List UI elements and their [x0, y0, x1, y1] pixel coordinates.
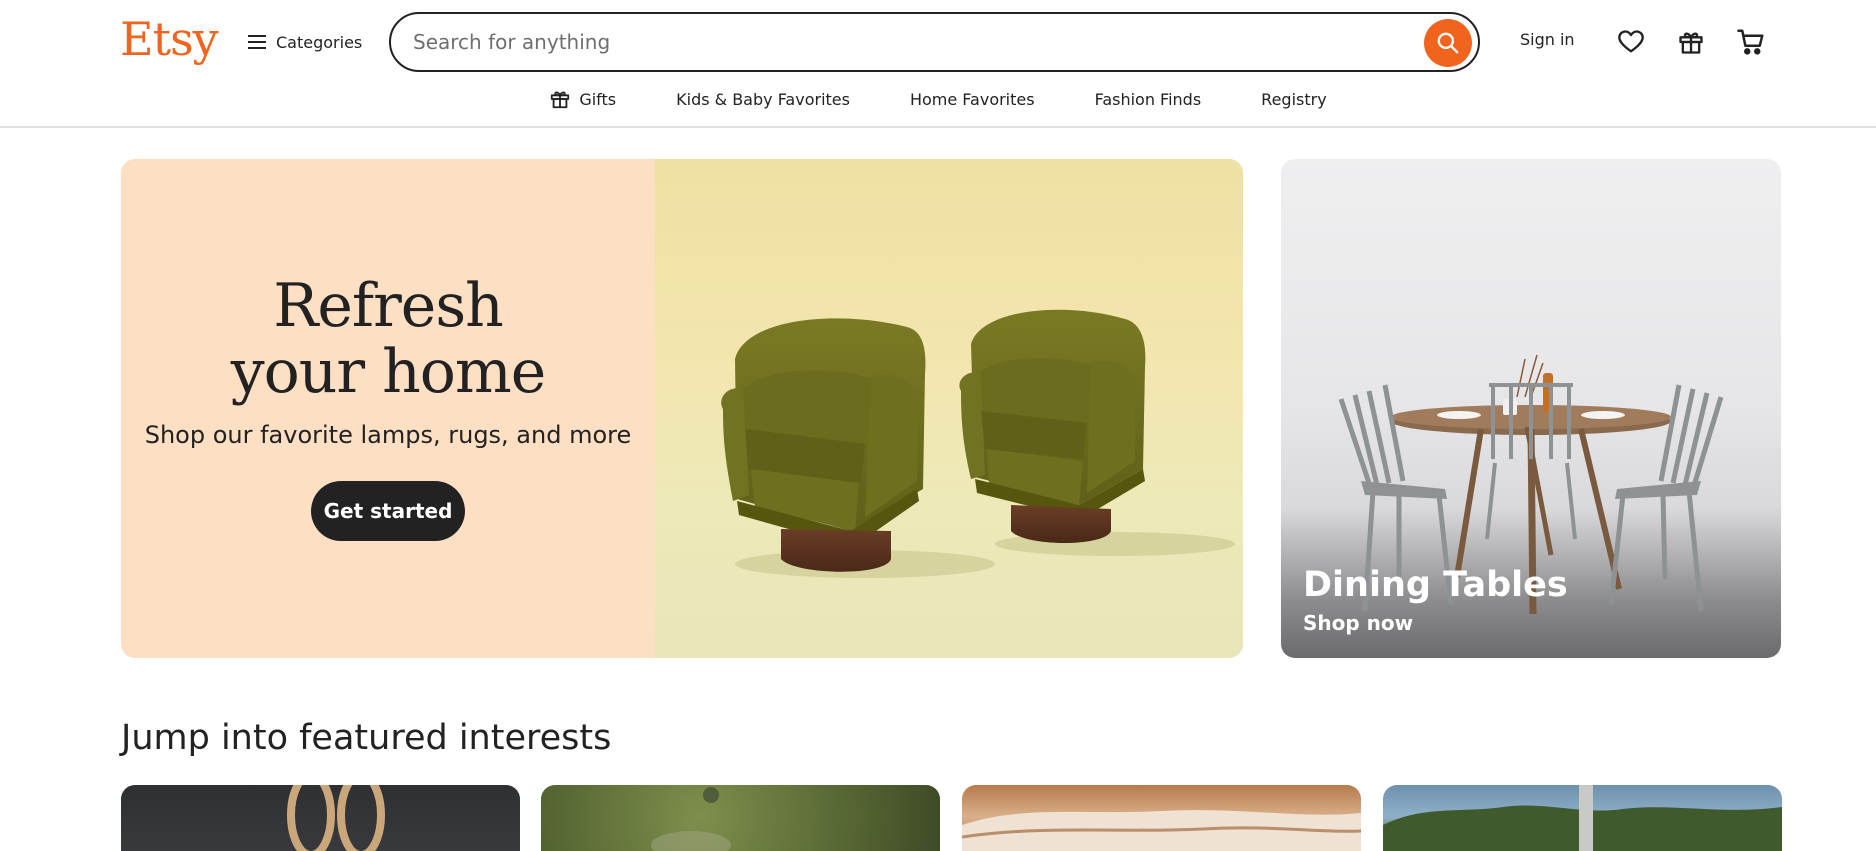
nav-item-label: Home Favorites [909, 89, 1035, 109]
heart-icon [1618, 30, 1644, 53]
nav-item-fashion[interactable]: Fashion Finds [1095, 90, 1202, 109]
search-button[interactable] [1424, 19, 1472, 67]
featured-interest-tile[interactable] [541, 785, 940, 851]
jewelry-thumbnail [287, 785, 385, 851]
dining-tables-card[interactable]: Dining Tables Shop now [1281, 159, 1781, 658]
dining-tables-title: Dining Tables [1303, 565, 1568, 605]
sign-in-link[interactable]: Sign in [1520, 30, 1575, 49]
hero-text-panel: Refresh your home Shop our favorite lamp… [121, 159, 655, 658]
gift-icon [551, 91, 570, 109]
landscape-thumbnail [1383, 785, 1782, 851]
site-header: Etsy Categories Sign in [0, 0, 1876, 128]
category-nav: Gifts Kids & Baby Favorites Home Favorit… [0, 86, 1876, 112]
hero-title-line1: Refresh [273, 271, 504, 341]
hero-title: Refresh your home [121, 273, 655, 405]
gift-mode-button[interactable] [1675, 26, 1707, 58]
categories-label: Categories [276, 32, 363, 52]
cart-button[interactable] [1735, 26, 1767, 58]
featured-interest-tile[interactable] [1383, 785, 1782, 851]
moss-thumbnail [651, 787, 731, 851]
featured-interest-tile[interactable] [962, 785, 1361, 851]
hero-banner: Refresh your home Shop our favorite lamp… [121, 159, 1243, 658]
hero-title-line2: your home [230, 337, 547, 407]
armchairs-illustration [721, 309, 1235, 578]
nav-item-label: Gifts [579, 89, 617, 109]
etsy-logo[interactable]: Etsy [120, 12, 219, 66]
hero-subtitle: Shop our favorite lamps, rugs, and more [144, 421, 632, 449]
nav-item-label: Kids & Baby Favorites [676, 89, 850, 109]
nav-item-kids-baby[interactable]: Kids & Baby Favorites [676, 90, 850, 109]
get-started-button[interactable]: Get started [311, 481, 465, 541]
featured-interests-row [121, 785, 1782, 851]
search-bar [389, 12, 1480, 72]
fur-thumbnail [962, 810, 1361, 851]
search-icon [1437, 32, 1459, 54]
featured-interest-tile[interactable] [121, 785, 520, 851]
nav-item-label: Fashion Finds [1094, 89, 1202, 109]
hero-image-swivel-chairs[interactable] [655, 159, 1243, 658]
gift-icon [1679, 32, 1703, 54]
cart-icon [1737, 29, 1764, 55]
nav-item-home[interactable]: Home Favorites [910, 90, 1035, 109]
hamburger-icon [248, 35, 266, 49]
categories-menu-button[interactable]: Categories [248, 28, 362, 56]
search-input[interactable] [413, 14, 1393, 70]
nav-item-label: Registry [1261, 89, 1327, 109]
nav-item-gifts[interactable]: Gifts [549, 88, 616, 110]
featured-interests-heading: Jump into featured interests [121, 718, 612, 758]
shop-now-link[interactable]: Shop now [1303, 611, 1413, 635]
nav-item-registry[interactable]: Registry [1261, 90, 1327, 109]
favorites-button[interactable] [1615, 26, 1647, 58]
